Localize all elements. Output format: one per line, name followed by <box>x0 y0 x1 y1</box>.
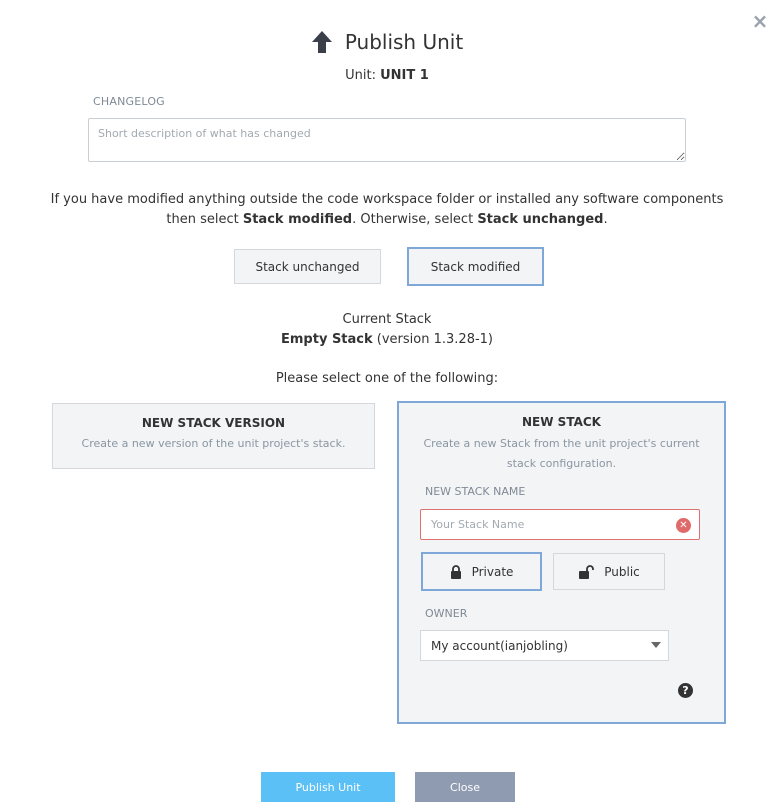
current-stack-heading: Current Stack <box>342 312 432 327</box>
unit-name: UNIT 1 <box>380 68 429 83</box>
instructions-line2-prefix: then select <box>166 212 243 227</box>
selection-prompt: Please select one of the following: <box>275 371 499 386</box>
publish-unit-button[interactable]: Publish Unit <box>261 772 395 802</box>
stack-name-input[interactable] <box>420 509 700 540</box>
private-label: Private <box>471 564 514 579</box>
unit-label: Unit: <box>345 68 376 83</box>
instructions-option-modified: Stack modified <box>242 212 353 227</box>
stack-modified-button[interactable]: Stack modified <box>407 247 544 286</box>
instructions-line1: If you have modified anything outside th… <box>50 192 724 207</box>
public-button[interactable]: Public <box>553 553 665 590</box>
owner-select[interactable]: My account(ianjobling) <box>420 630 669 661</box>
stack-unchanged-button[interactable]: Stack unchanged <box>234 249 381 284</box>
new-stack-version-title: NEW STACK VERSION <box>141 416 286 430</box>
caret-down-icon <box>651 642 661 648</box>
unlock-icon <box>579 564 595 579</box>
dialog-title: Publish Unit <box>344 30 464 54</box>
current-stack-name: Empty Stack <box>281 332 373 347</box>
clear-icon[interactable]: ✕ <box>676 518 691 533</box>
new-stack-description-line2: stack configuration. <box>506 457 617 470</box>
stack-name-label: NEW STACK NAME <box>425 485 526 498</box>
changelog-input[interactable] <box>88 118 686 162</box>
new-stack-title: NEW STACK <box>522 415 601 429</box>
help-icon[interactable]: ? <box>678 683 693 698</box>
stack-instructions: If you have modified anything outside th… <box>40 190 734 230</box>
close-button[interactable]: Close <box>415 772 515 802</box>
private-button[interactable]: Private <box>421 552 542 591</box>
changelog-label: CHANGELOG <box>93 95 165 108</box>
lock-icon <box>450 564 461 579</box>
instructions-line2-middle: . Otherwise, select <box>352 212 478 227</box>
new-stack-description: Create a new Stack from the unit project… <box>399 434 724 474</box>
unit-line: Unit: UNIT 1 <box>0 68 774 83</box>
new-stack-version-description: Create a new version of the unit project… <box>81 437 346 450</box>
new-stack-description-line1: Create a new Stack from the unit project… <box>423 437 700 450</box>
new-stack-version-card[interactable]: NEW STACK VERSION Create a new version o… <box>52 403 375 469</box>
owner-label: OWNER <box>425 607 468 620</box>
dialog-header: Publish Unit <box>0 26 774 58</box>
owner-value: My account(ianjobling) <box>431 638 568 653</box>
current-stack-info: Current Stack Empty Stack (version 1.3.2… <box>0 310 774 350</box>
instructions-line2-suffix: . <box>603 212 608 227</box>
instructions-option-unchanged: Stack unchanged <box>477 212 604 227</box>
current-stack-line: Empty Stack (version 1.3.28-1) <box>0 330 774 350</box>
current-stack-version: (version 1.3.28-1) <box>376 332 493 347</box>
public-label: Public <box>604 564 640 579</box>
arrow-up-icon <box>311 31 332 53</box>
